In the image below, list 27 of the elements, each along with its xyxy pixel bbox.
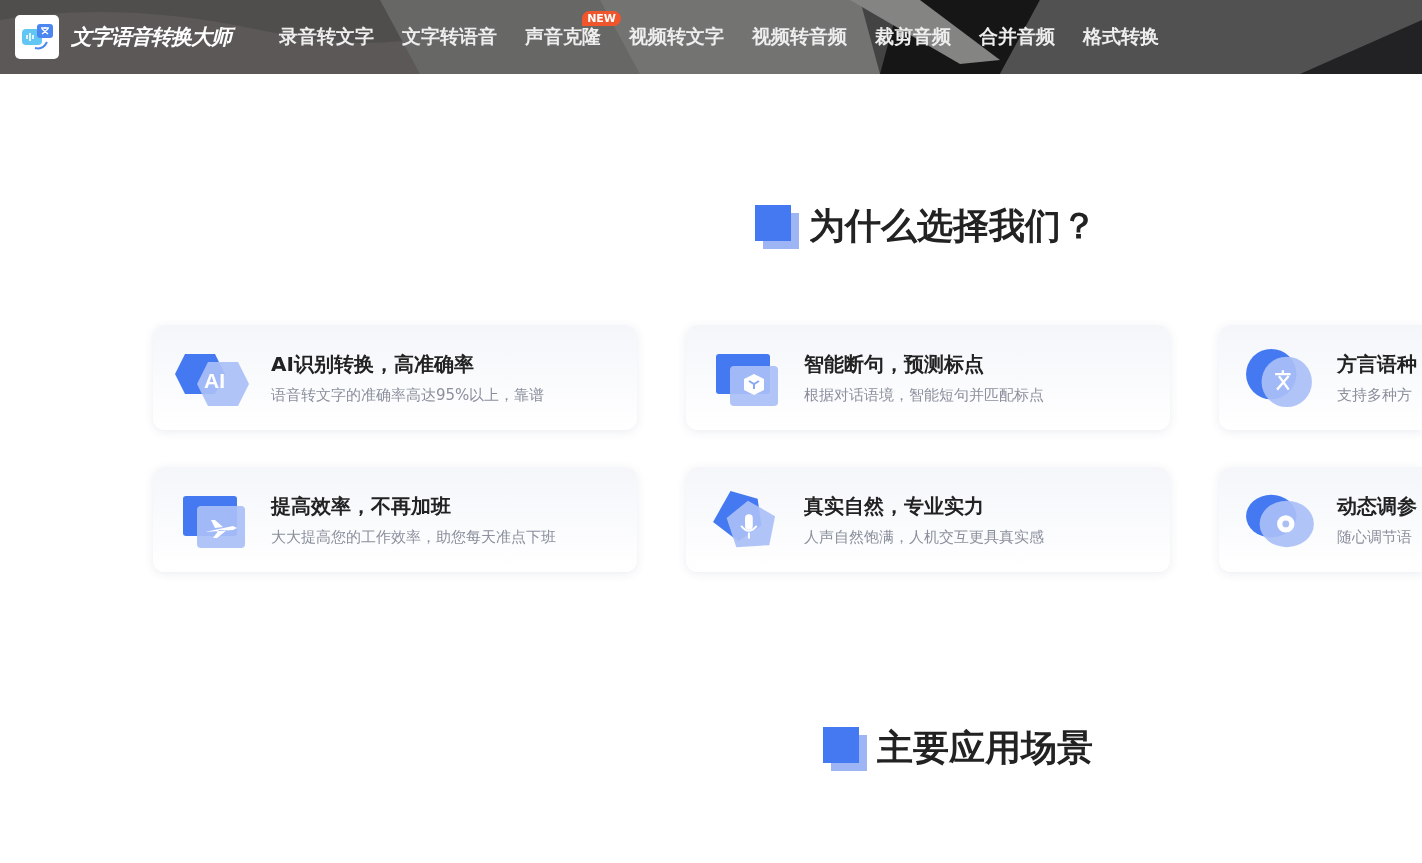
feature-description: 人声自然饱满，人机交互更具真实感 [804, 527, 1044, 547]
feature-description: 语音转文字的准确率高达95%以上，靠谱 [271, 385, 545, 405]
nav-link[interactable]: 录音转文字 [279, 21, 374, 47]
feature-title: 提高效率，不再加班 [271, 492, 452, 520]
feature-description: 随心调节语 [1337, 527, 1413, 547]
nav-link[interactable]: 视频转文字 [629, 21, 724, 47]
section-title: 为什么选择我们？ [809, 204, 1097, 248]
feature-title: 动态调参 [1337, 492, 1417, 520]
feature-description: 根据对话语境，智能短句并匹配标点 [804, 385, 1044, 405]
nav-link[interactable]: 合并音频 [979, 21, 1055, 47]
icon-label: AI [204, 369, 225, 392]
section-title: 主要应用场景 [877, 726, 1093, 770]
nav-link[interactable]: 格式转换 [1083, 21, 1159, 47]
logo-icon[interactable] [15, 15, 59, 59]
new-badge: NEW [582, 11, 621, 26]
nav-link[interactable]: 文字转语音 [402, 21, 497, 47]
feature-description: 支持多种方 [1337, 385, 1413, 405]
feature-description: 大大提高您的工作效率，助您每天准点下班 [271, 527, 556, 547]
app-name: 文字语音转换大师 [71, 23, 235, 51]
square-icon [755, 204, 799, 249]
feature-title: AI识别转换，高准确率 [271, 350, 475, 378]
feature-title: 真实自然，专业实力 [804, 492, 985, 520]
nav-link[interactable]: 裁剪音频 [875, 21, 951, 47]
nav-link[interactable]: 视频转音频 [752, 21, 847, 47]
square-icon [823, 726, 867, 771]
feature-title: 智能断句，预测标点 [804, 350, 985, 378]
feature-title: 方言语种 [1337, 350, 1417, 378]
